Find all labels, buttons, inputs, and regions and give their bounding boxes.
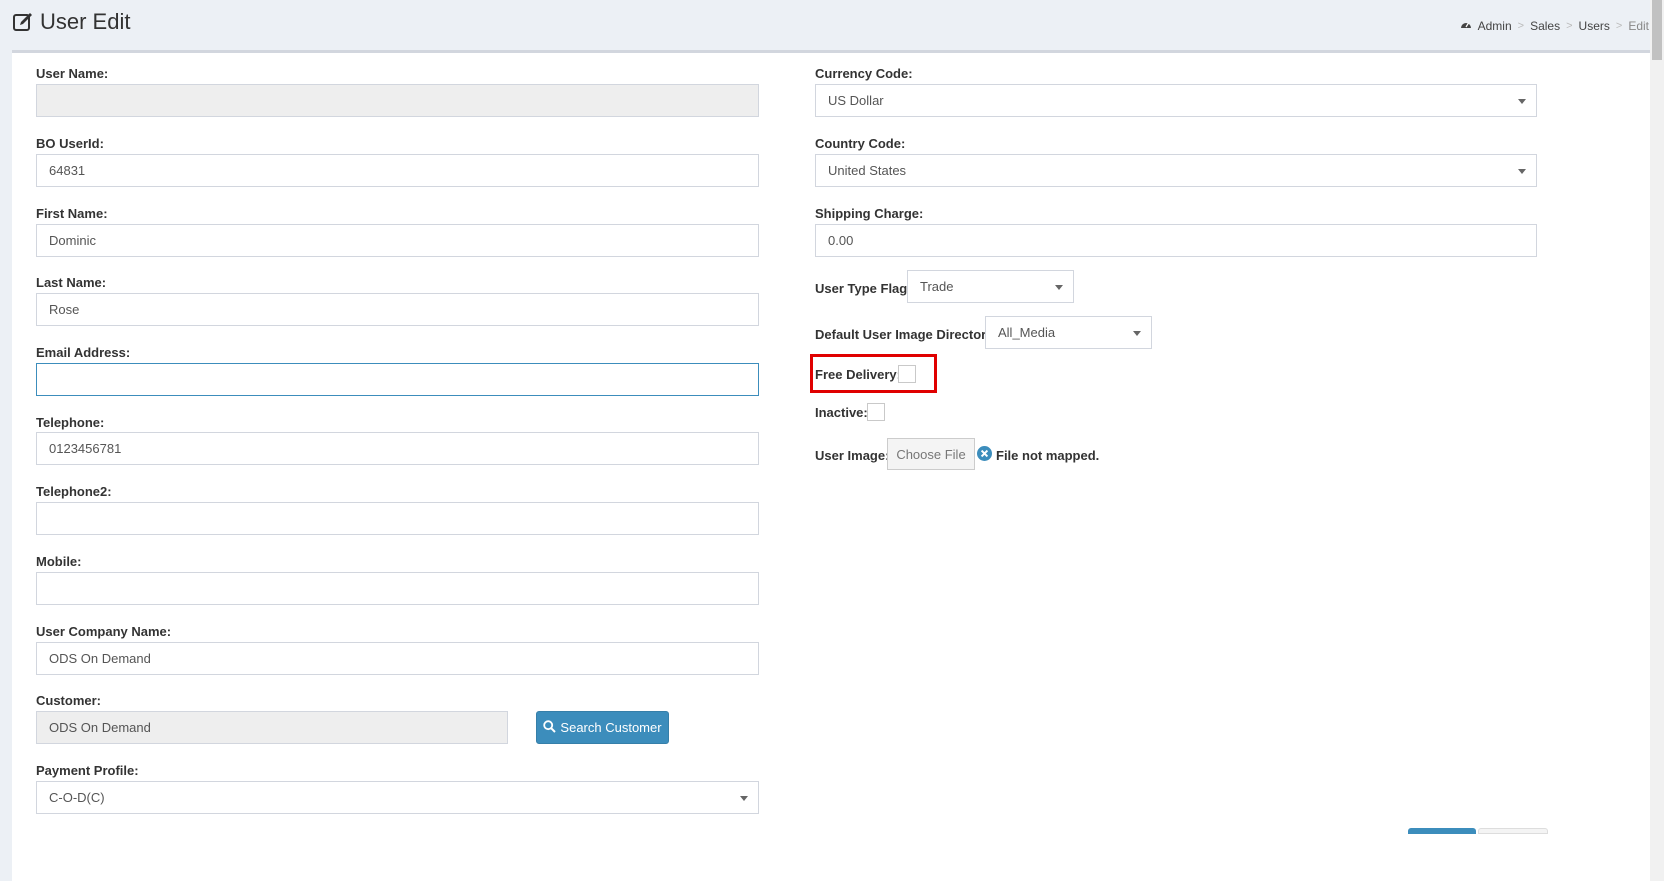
mobile-input[interactable] xyxy=(36,572,759,605)
first-name-label: First Name: xyxy=(36,206,108,221)
close-circle-icon xyxy=(977,446,992,464)
breadcrumb-separator: > xyxy=(1615,20,1623,32)
user-edit-form: User Name: BO UserId: 64831 First Name: … xyxy=(12,50,1652,881)
breadcrumb-separator: > xyxy=(1517,20,1525,32)
free-delivery-label: Free Delivery: xyxy=(815,367,901,382)
company-label: User Company Name: xyxy=(36,624,172,639)
breadcrumb-users[interactable]: Users xyxy=(1579,19,1610,33)
telephone2-label: Telephone2: xyxy=(36,484,112,499)
inactive-checkbox[interactable] xyxy=(867,403,885,421)
country-select[interactable]: United States xyxy=(815,154,1537,187)
mobile-label: Mobile: xyxy=(36,554,82,569)
image-dir-label: Default User Image Directory xyxy=(815,327,994,342)
file-status: File not mapped. xyxy=(977,446,1099,464)
cancel-button[interactable] xyxy=(1478,828,1548,834)
breadcrumb-admin[interactable]: Admin xyxy=(1478,19,1512,33)
breadcrumb-edit: Edit xyxy=(1628,19,1649,33)
last-name-label: Last Name: xyxy=(36,275,107,290)
payment-profile-label: Payment Profile: xyxy=(36,763,139,778)
customer-label: Customer: xyxy=(36,693,102,708)
last-name-input[interactable]: Rose xyxy=(36,293,759,326)
telephone-label: Telephone: xyxy=(36,415,105,430)
inactive-label: Inactive: xyxy=(815,405,868,420)
currency-label: Currency Code: xyxy=(815,66,913,81)
user-name-label: User Name: xyxy=(36,66,109,81)
page-title: User Edit xyxy=(12,9,130,35)
content-header: User Edit Admin > Sales > Users > Edit xyxy=(0,0,1664,48)
first-name-input[interactable]: Dominic xyxy=(36,224,759,257)
search-customer-label: Search Customer xyxy=(560,720,662,735)
user-name-input[interactable] xyxy=(36,84,759,117)
country-label: Country Code: xyxy=(815,136,906,151)
image-dir-select[interactable]: All_Media xyxy=(985,316,1152,349)
currency-select[interactable]: US Dollar xyxy=(815,84,1537,117)
bo-userid-label: BO UserId: xyxy=(36,136,104,151)
search-customer-button[interactable]: Search Customer xyxy=(536,711,669,744)
company-input[interactable]: ODS On Demand xyxy=(36,642,759,675)
customer-input[interactable]: ODS On Demand xyxy=(36,711,508,744)
shipping-label: Shipping Charge: xyxy=(815,206,924,221)
bo-userid-input[interactable]: 64831 xyxy=(36,154,759,187)
payment-profile-select[interactable]: C-O-D(C) xyxy=(36,781,759,814)
breadcrumb: Admin > Sales > Users > Edit xyxy=(1460,19,1649,33)
edit-icon xyxy=(12,11,34,33)
search-icon xyxy=(543,719,557,736)
submit-button[interactable] xyxy=(1408,828,1476,834)
choose-file-button[interactable]: Choose File xyxy=(887,438,975,470)
free-delivery-checkbox[interactable] xyxy=(898,365,916,383)
telephone-input[interactable]: 0123456781 xyxy=(36,432,759,465)
page-title-text: User Edit xyxy=(40,9,131,34)
breadcrumb-sales[interactable]: Sales xyxy=(1530,19,1560,33)
breadcrumb-separator: > xyxy=(1566,20,1573,32)
user-image-label: User Image: xyxy=(815,448,890,463)
user-type-select[interactable]: Trade xyxy=(907,270,1074,303)
shipping-input[interactable]: 0.00 xyxy=(815,224,1537,257)
email-label: Email Address: xyxy=(36,345,131,360)
user-type-label: User Type Flag: xyxy=(815,281,912,296)
scrollbar[interactable] xyxy=(1650,0,1664,881)
file-status-text: File not mapped. xyxy=(996,447,1100,463)
dashboard-icon xyxy=(1460,19,1472,33)
telephone2-input[interactable] xyxy=(36,502,759,535)
email-input[interactable] xyxy=(36,363,759,396)
scrollbar-thumb[interactable] xyxy=(1652,0,1662,60)
